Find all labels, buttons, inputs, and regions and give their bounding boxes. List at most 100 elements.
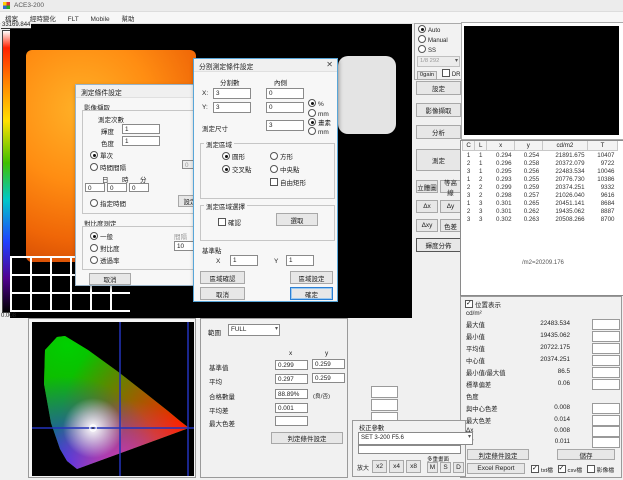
result-judge-box[interactable] xyxy=(592,355,620,366)
multi-s-button[interactable]: S xyxy=(440,462,451,473)
result-judge-box[interactable] xyxy=(592,343,620,354)
image-checkbox[interactable]: 影像檔 xyxy=(587,468,614,474)
dialog-title-bar[interactable]: 測定條件設定 xyxy=(76,85,202,98)
average-diff-field[interactable]: 0.001 xyxy=(275,403,308,413)
table-row[interactable]: 310.2950.25622483.53410046 xyxy=(463,167,618,175)
pass-count-field[interactable]: 88.89% xyxy=(275,389,308,399)
multi-m-button[interactable]: M xyxy=(427,462,438,473)
pixel-radio[interactable]: 畫素 xyxy=(308,117,331,127)
table-row[interactable]: 110.2940.25421891.67510407 xyxy=(463,151,618,160)
result-judge-box[interactable] xyxy=(592,403,620,414)
cancel-button[interactable]: 取消 xyxy=(200,287,245,300)
percent-radio[interactable]: % xyxy=(308,99,324,108)
delta-x-button[interactable]: Δx xyxy=(416,200,438,213)
exposure-manual-radio[interactable]: Manual xyxy=(418,35,462,44)
result-judge-box[interactable] xyxy=(592,319,620,330)
day-field[interactable]: 0 xyxy=(85,183,105,192)
luminance-distribution-button[interactable]: 輝度分佈 xyxy=(416,238,461,252)
capture-button[interactable]: 影像擷取 xyxy=(416,103,461,117)
chroma-count-field[interactable]: 1 xyxy=(122,136,160,146)
specified-time-radio[interactable]: 指定時間 xyxy=(90,198,126,208)
hour-field[interactable]: 0 xyxy=(107,183,127,192)
free-shape-checkbox[interactable]: 自由矩形 xyxy=(270,177,306,187)
x-inner-field[interactable]: 0 xyxy=(266,88,304,99)
title-bar[interactable]: ACE3-200 xyxy=(0,0,623,12)
base-y-field[interactable]: 1 xyxy=(286,255,314,266)
csv-checkbox[interactable]: csv檔 xyxy=(558,468,583,474)
delta-xy-button[interactable]: Δxy xyxy=(416,219,438,232)
transmittance-radio[interactable]: 透過率 xyxy=(90,255,120,265)
table-row[interactable]: 130.3010.26520451.1418684 xyxy=(463,199,618,207)
square-radio[interactable]: 方形 xyxy=(270,151,293,161)
menu-help[interactable]: 幫助 xyxy=(121,13,134,23)
average-y-field[interactable]: 0.259 xyxy=(312,373,345,383)
reference-x-field[interactable]: 0.299 xyxy=(275,360,308,370)
zoom-x8-button[interactable]: x8 xyxy=(406,460,421,473)
luminance-count-field[interactable]: 1 xyxy=(122,124,160,134)
table-row[interactable]: 220.2990.25920374.2519332 xyxy=(463,183,618,191)
exposure-ss-radio[interactable]: SS xyxy=(418,45,462,54)
judge-condition-settings-button[interactable]: 判定條件設定 xyxy=(271,432,343,444)
y-division-field[interactable]: 3 xyxy=(213,102,251,113)
cancel-button[interactable]: 取消 xyxy=(89,273,131,285)
cie-chromaticity-panel[interactable] xyxy=(28,318,196,478)
result-judge-box[interactable] xyxy=(592,426,620,437)
secondary-image-panel[interactable] xyxy=(461,22,623,140)
y-inner-field[interactable]: 0 xyxy=(266,102,304,113)
menu-flt[interactable]: FLT xyxy=(68,16,79,23)
result-judge-box[interactable] xyxy=(592,379,620,390)
position-display-checkbox[interactable]: 位置表示 xyxy=(465,299,501,309)
zoom-x4-button[interactable]: x4 xyxy=(389,460,404,473)
result-judge-box[interactable] xyxy=(592,367,620,378)
save-button[interactable]: 儲存 xyxy=(557,449,615,460)
table-row[interactable]: 120.2930.25520776.73010386 xyxy=(463,175,618,183)
dr-checkbox[interactable]: DR xyxy=(442,72,461,78)
table-row[interactable]: 330.3020.26320508.2668700 xyxy=(463,215,618,223)
reference-y-field[interactable]: 0.259 xyxy=(312,359,345,369)
exposure-auto-radio[interactable]: Auto xyxy=(418,25,462,34)
result-judge-box[interactable] xyxy=(592,415,620,426)
solid-view-button[interactable]: 立體圖 xyxy=(416,180,438,193)
judge-condition-button[interactable]: 判定條件設定 xyxy=(467,449,529,460)
minute-field[interactable]: 0 xyxy=(129,183,149,192)
table-row[interactable]: 320.2980.25721026.0409616 xyxy=(463,191,618,199)
circle-radio[interactable]: 圓形 xyxy=(222,151,245,161)
multi-d-button[interactable]: D xyxy=(453,462,464,473)
area-set-button[interactable]: 區域設定 xyxy=(290,271,333,284)
color-diff-button[interactable]: 色差 xyxy=(440,219,461,232)
mm-radio-2[interactable]: mm xyxy=(308,127,329,136)
zoom-x2-button[interactable]: x2 xyxy=(372,460,387,473)
excel-report-button[interactable]: Excel Report xyxy=(467,463,525,474)
analyze-button[interactable]: 分析 xyxy=(416,125,461,139)
menu-time-variation[interactable]: 經時變化 xyxy=(30,13,56,23)
zero-gain-button[interactable]: 0gain xyxy=(417,71,437,80)
dialog-title-bar[interactable]: 分割測定條件設定 ✕ xyxy=(194,59,337,72)
table-row[interactable]: 210.2960.25820372.0799722 xyxy=(463,159,618,167)
menu-mobile[interactable]: Mobile xyxy=(91,16,110,23)
max-color-diff-field[interactable] xyxy=(275,416,308,426)
interval-radio[interactable]: 時間間隔 xyxy=(90,162,126,172)
contour-button[interactable]: 等高線 xyxy=(440,180,461,193)
table-row[interactable]: 230.3010.26219435.0628887 xyxy=(463,207,618,215)
area-confirm-button[interactable]: 區域確認 xyxy=(200,271,245,284)
txt-checkbox[interactable]: txt檔 xyxy=(531,468,553,474)
x-division-field[interactable]: 3 xyxy=(213,88,251,99)
single-radio[interactable]: 單次 xyxy=(90,150,113,160)
ok-button[interactable]: 確定 xyxy=(290,287,333,300)
gap-field[interactable]: 10 xyxy=(174,241,194,251)
contrast-radio[interactable]: 對比度 xyxy=(90,243,120,253)
base-x-field[interactable]: 1 xyxy=(230,255,258,266)
calibration-preset-select[interactable]: SET 3-200 F5.6 xyxy=(358,432,473,445)
center-point-radio[interactable]: 中央點 xyxy=(270,164,300,174)
confirm-checkbox[interactable]: 確認 xyxy=(218,217,241,227)
pick-button[interactable]: 選取 xyxy=(276,213,318,226)
cross-point-radio[interactable]: 交叉點 xyxy=(222,164,252,174)
measure-button[interactable]: 測定 xyxy=(416,149,461,171)
range-select[interactable]: FULL xyxy=(228,324,280,336)
result-judge-box[interactable] xyxy=(592,437,620,448)
close-icon[interactable]: ✕ xyxy=(326,60,333,69)
calibration-extra-field[interactable] xyxy=(358,445,461,454)
result-judge-box[interactable] xyxy=(592,331,620,342)
measure-size-field[interactable]: 3 xyxy=(266,120,304,131)
delta-y-button[interactable]: Δy xyxy=(440,200,461,213)
